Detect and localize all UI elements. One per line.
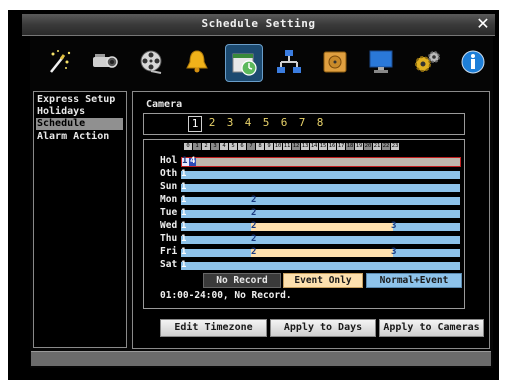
day-label-sat: Sat (160, 259, 178, 270)
camera-5-option[interactable]: 5 (260, 116, 272, 130)
gears-icon[interactable] (409, 44, 445, 80)
segment-marker: 1 (181, 260, 187, 270)
status-bar (31, 351, 491, 366)
event-only-segment (251, 249, 393, 257)
day-schedule-bar-mon[interactable]: 1 2 (181, 195, 460, 205)
hour-header: 23 (391, 143, 399, 150)
hour-header: 5 (229, 143, 237, 150)
hour-header: 0 (184, 143, 192, 150)
segment-marker: 1 (181, 169, 187, 179)
camera-4-option[interactable]: 4 (242, 116, 254, 130)
sidebar-item-express-setup[interactable]: Express Setup (37, 94, 115, 106)
segment-marker: 1 (181, 182, 187, 192)
segment-marker: 2 (251, 234, 257, 244)
sidebar-item-schedule[interactable]: Schedule (36, 118, 123, 130)
hour-header: 4 (220, 143, 228, 150)
segment-marker: 1 (181, 234, 187, 244)
hour-header: 3 (211, 143, 219, 150)
hour-header: 17 (337, 143, 345, 150)
camera-icon[interactable] (87, 44, 123, 80)
camera-1-option[interactable]: 1 (188, 116, 202, 132)
hour-header: 18 (346, 143, 354, 150)
title-bar: Schedule Setting ✕ (22, 14, 495, 36)
sidebar-item-holidays[interactable]: Holidays (37, 106, 85, 118)
apply-to-days-button[interactable]: Apply to Days (270, 319, 376, 337)
day-schedule-bar-fri[interactable]: 1 2 3 (181, 247, 460, 257)
event-only-segment (251, 223, 393, 231)
hard-drive-icon[interactable] (317, 44, 353, 80)
hour-header: 15 (319, 143, 327, 150)
day-label-sun: Sun (160, 181, 178, 192)
hour-header: 7 (247, 143, 255, 150)
day-label-fri: Fri (160, 246, 178, 257)
selection-info: 01:00-24:00, No Record. (160, 290, 292, 301)
magic-wand-icon[interactable] (41, 44, 77, 80)
hour-header: 11 (283, 143, 291, 150)
camera-3-option[interactable]: 3 (224, 116, 236, 130)
network-icon[interactable] (271, 44, 307, 80)
camera-7-option[interactable]: 7 (296, 116, 308, 130)
hour-header: 12 (292, 143, 300, 150)
legend-no-record[interactable]: No Record (203, 273, 281, 288)
day-schedule-bar-oth[interactable]: 1 (181, 169, 460, 179)
hour-header: 19 (355, 143, 363, 150)
camera-label: Camera (146, 99, 183, 110)
sidebar-item-alarm-action[interactable]: Alarm Action (37, 131, 109, 143)
legend-event-only[interactable]: Event Only (283, 273, 363, 288)
segment-marker: 3 (391, 221, 397, 231)
schedule-clock-icon[interactable] (225, 44, 263, 82)
hour-header: 9 (265, 143, 273, 150)
camera-selector: 1 2 3 4 5 6 7 8 (143, 113, 465, 135)
legend-normal-event[interactable]: Normal+Event (366, 273, 462, 288)
hour-header: 6 (238, 143, 246, 150)
day-label-wed: Wed (160, 220, 178, 231)
day-schedule-bar-wed[interactable]: 1 2 3 (181, 221, 460, 231)
hour-header: 13 (301, 143, 309, 150)
day-schedule-bar-sun[interactable]: 1 (181, 182, 460, 192)
segment-marker: 4 (190, 156, 196, 166)
day-label-tue: Tue (160, 207, 178, 218)
segment-marker: 1 (181, 247, 187, 257)
segment-marker: 2 (251, 247, 257, 257)
segment-marker: 2 (251, 208, 257, 218)
monitor-icon[interactable] (363, 44, 399, 80)
segment-marker: 1 (182, 156, 188, 166)
day-schedule-bar-hol[interactable]: 1 4 (181, 156, 461, 167)
segment-marker: 2 (251, 195, 257, 205)
hour-header: 8 (256, 143, 264, 150)
day-schedule-bar-thu[interactable]: 1 2 (181, 234, 460, 244)
hour-header: 1 (193, 143, 201, 150)
film-reel-icon[interactable] (133, 44, 169, 80)
hour-header: 21 (373, 143, 381, 150)
edit-timezone-button[interactable]: Edit Timezone (160, 319, 267, 337)
segment-marker: 1 (181, 195, 187, 205)
day-label-thu: Thu (160, 233, 178, 244)
hour-header: 2 (202, 143, 210, 150)
close-icon[interactable]: ✕ (475, 15, 491, 33)
camera-2-option[interactable]: 2 (206, 116, 218, 130)
camera-8-option[interactable]: 8 (314, 116, 326, 130)
day-label-hol: Hol (160, 155, 178, 166)
hour-header: 10 (274, 143, 282, 150)
hour-header: 16 (328, 143, 336, 150)
day-schedule-bar-tue[interactable]: 1 2 (181, 208, 460, 218)
info-icon[interactable] (455, 44, 491, 80)
segment-marker: 1 (181, 221, 187, 231)
hour-header: 20 (364, 143, 372, 150)
day-label-oth: Oth (160, 168, 178, 179)
segment-marker: 2 (251, 221, 257, 231)
apply-to-cameras-button[interactable]: Apply to Cameras (379, 319, 484, 337)
camera-6-option[interactable]: 6 (278, 116, 290, 130)
day-schedule-bar-sat[interactable]: 1 (181, 260, 460, 270)
window-title: Schedule Setting (201, 17, 316, 30)
bell-icon[interactable] (179, 44, 215, 80)
hour-header: 22 (382, 143, 390, 150)
hour-header: 14 (310, 143, 318, 150)
toolbar (37, 42, 488, 88)
segment-marker: 3 (391, 247, 397, 257)
segment-marker: 1 (181, 208, 187, 218)
day-label-mon: Mon (160, 194, 178, 205)
